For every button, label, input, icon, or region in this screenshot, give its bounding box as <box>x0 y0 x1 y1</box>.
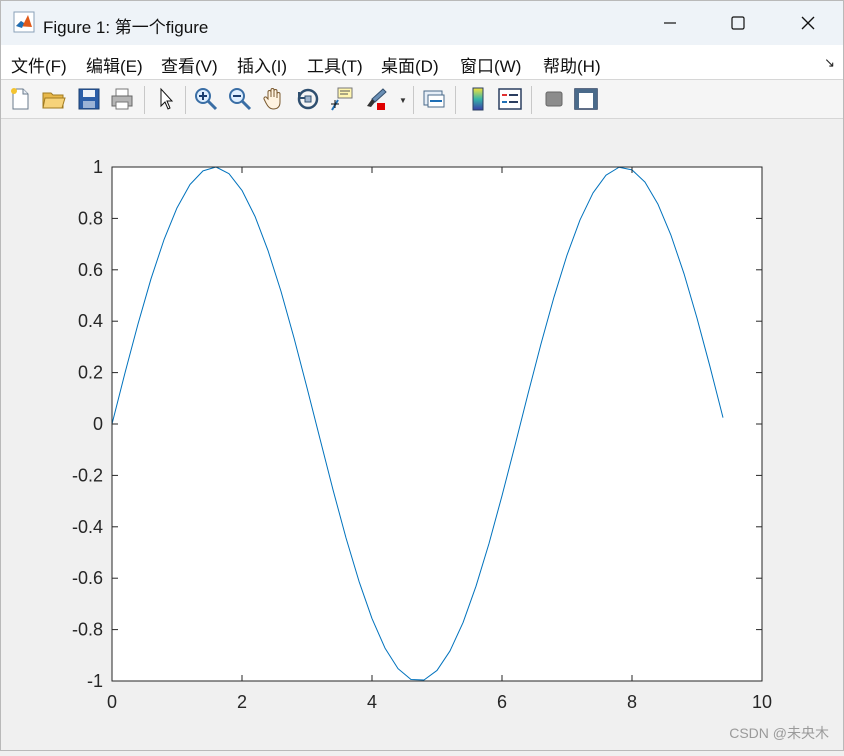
menu-file[interactable]: 文件(F) <box>11 52 67 77</box>
show-plot-tools-icon[interactable] <box>573 86 599 112</box>
brush-icon[interactable] <box>363 86 389 112</box>
x-tick-label: 8 <box>627 692 637 712</box>
menu-edit[interactable]: 编辑(E) <box>86 52 143 77</box>
toolbar-separator <box>413 86 414 114</box>
title-bar[interactable]: Figure 1: 第一个figure <box>1 1 843 45</box>
x-tick-label: 0 <box>107 692 117 712</box>
maximize-button[interactable] <box>709 1 767 45</box>
y-tick-label: -1 <box>87 671 103 691</box>
pan-hand-icon[interactable] <box>261 86 287 112</box>
menu-help[interactable]: 帮助(H) <box>543 52 601 77</box>
y-tick-label: -0.8 <box>72 620 103 640</box>
axes-background <box>112 167 762 681</box>
brush-dropdown-icon[interactable]: ▼ <box>399 96 407 105</box>
x-tick-label: 10 <box>752 692 772 712</box>
y-tick-label: -0.6 <box>72 568 103 588</box>
menu-window[interactable]: 窗口(W) <box>460 52 521 77</box>
y-tick-label: 0 <box>93 414 103 434</box>
menu-tools[interactable]: 工具(T) <box>307 52 363 77</box>
menu-insert[interactable]: 插入(I) <box>237 52 287 77</box>
open-file-icon[interactable] <box>41 86 67 112</box>
close-button[interactable] <box>779 1 837 45</box>
menu-desktop[interactable]: 桌面(D) <box>381 52 439 77</box>
figure-canvas[interactable]: 0 2 4 6 8 10 1 0.8 0.6 0.4 0.2 0 -0.2 -0.4 -0.6 -0.8 -1 … <box>1 119 843 751</box>
x-tick-label: 4 <box>367 692 377 712</box>
toolbar-separator <box>144 86 145 114</box>
y-tick-label: 0.8 <box>78 208 103 228</box>
menu-view[interactable]: 查看(V) <box>161 52 218 77</box>
y-tick-label: 0.4 <box>78 311 103 331</box>
dock-arrow-icon[interactable]: ↘ <box>824 55 835 71</box>
rotate-3d-icon[interactable] <box>295 86 321 112</box>
line-chart[interactable]: 0 2 4 6 8 10 1 0.8 0.6 0.4 0.2 0 -0.2 -0.4 -0.6 -0.8 -1 <box>1 119 843 751</box>
insert-colorbar-icon[interactable] <box>465 86 491 112</box>
y-tick-label: 0.6 <box>78 260 103 280</box>
toolbar-separator <box>455 86 456 114</box>
y-tick-label: -0.4 <box>72 517 103 537</box>
x-tick-label: 6 <box>497 692 507 712</box>
save-icon[interactable] <box>76 86 102 112</box>
maximize-icon <box>731 16 745 30</box>
new-figure-icon[interactable] <box>7 86 33 112</box>
toolbar-separator <box>531 86 532 114</box>
close-icon <box>801 16 815 30</box>
window-title: Figure 1: 第一个figure <box>43 18 209 37</box>
watermark: CSDN @未央木 <box>729 725 829 741</box>
link-plot-icon[interactable] <box>421 86 447 112</box>
y-tick-label: 1 <box>93 157 103 177</box>
figure-window: Figure 1: 第一个figure 文件(F) 编辑(E) 查看(V) 插入… <box>0 0 844 751</box>
x-tick-label: 2 <box>237 692 247 712</box>
hide-plot-tools-icon[interactable] <box>541 86 567 112</box>
print-icon[interactable] <box>109 86 135 112</box>
matlab-logo-icon <box>13 11 35 33</box>
y-tick-label: -0.2 <box>72 465 103 485</box>
minimize-button[interactable] <box>641 1 699 45</box>
data-cursor-icon[interactable] <box>329 86 355 112</box>
zoom-out-icon[interactable] <box>227 86 253 112</box>
menu-bar: 文件(F) 编辑(E) 查看(V) 插入(I) 工具(T) 桌面(D) 窗口(W… <box>1 45 843 80</box>
edit-plot-pointer-icon[interactable] <box>153 86 179 112</box>
toolbar-separator <box>185 86 186 114</box>
insert-legend-icon[interactable] <box>497 86 523 112</box>
zoom-in-icon[interactable] <box>193 86 219 112</box>
figure-toolbar: ▼ <box>1 80 843 119</box>
minimize-icon <box>664 22 676 24</box>
y-tick-label: 0.2 <box>78 363 103 383</box>
